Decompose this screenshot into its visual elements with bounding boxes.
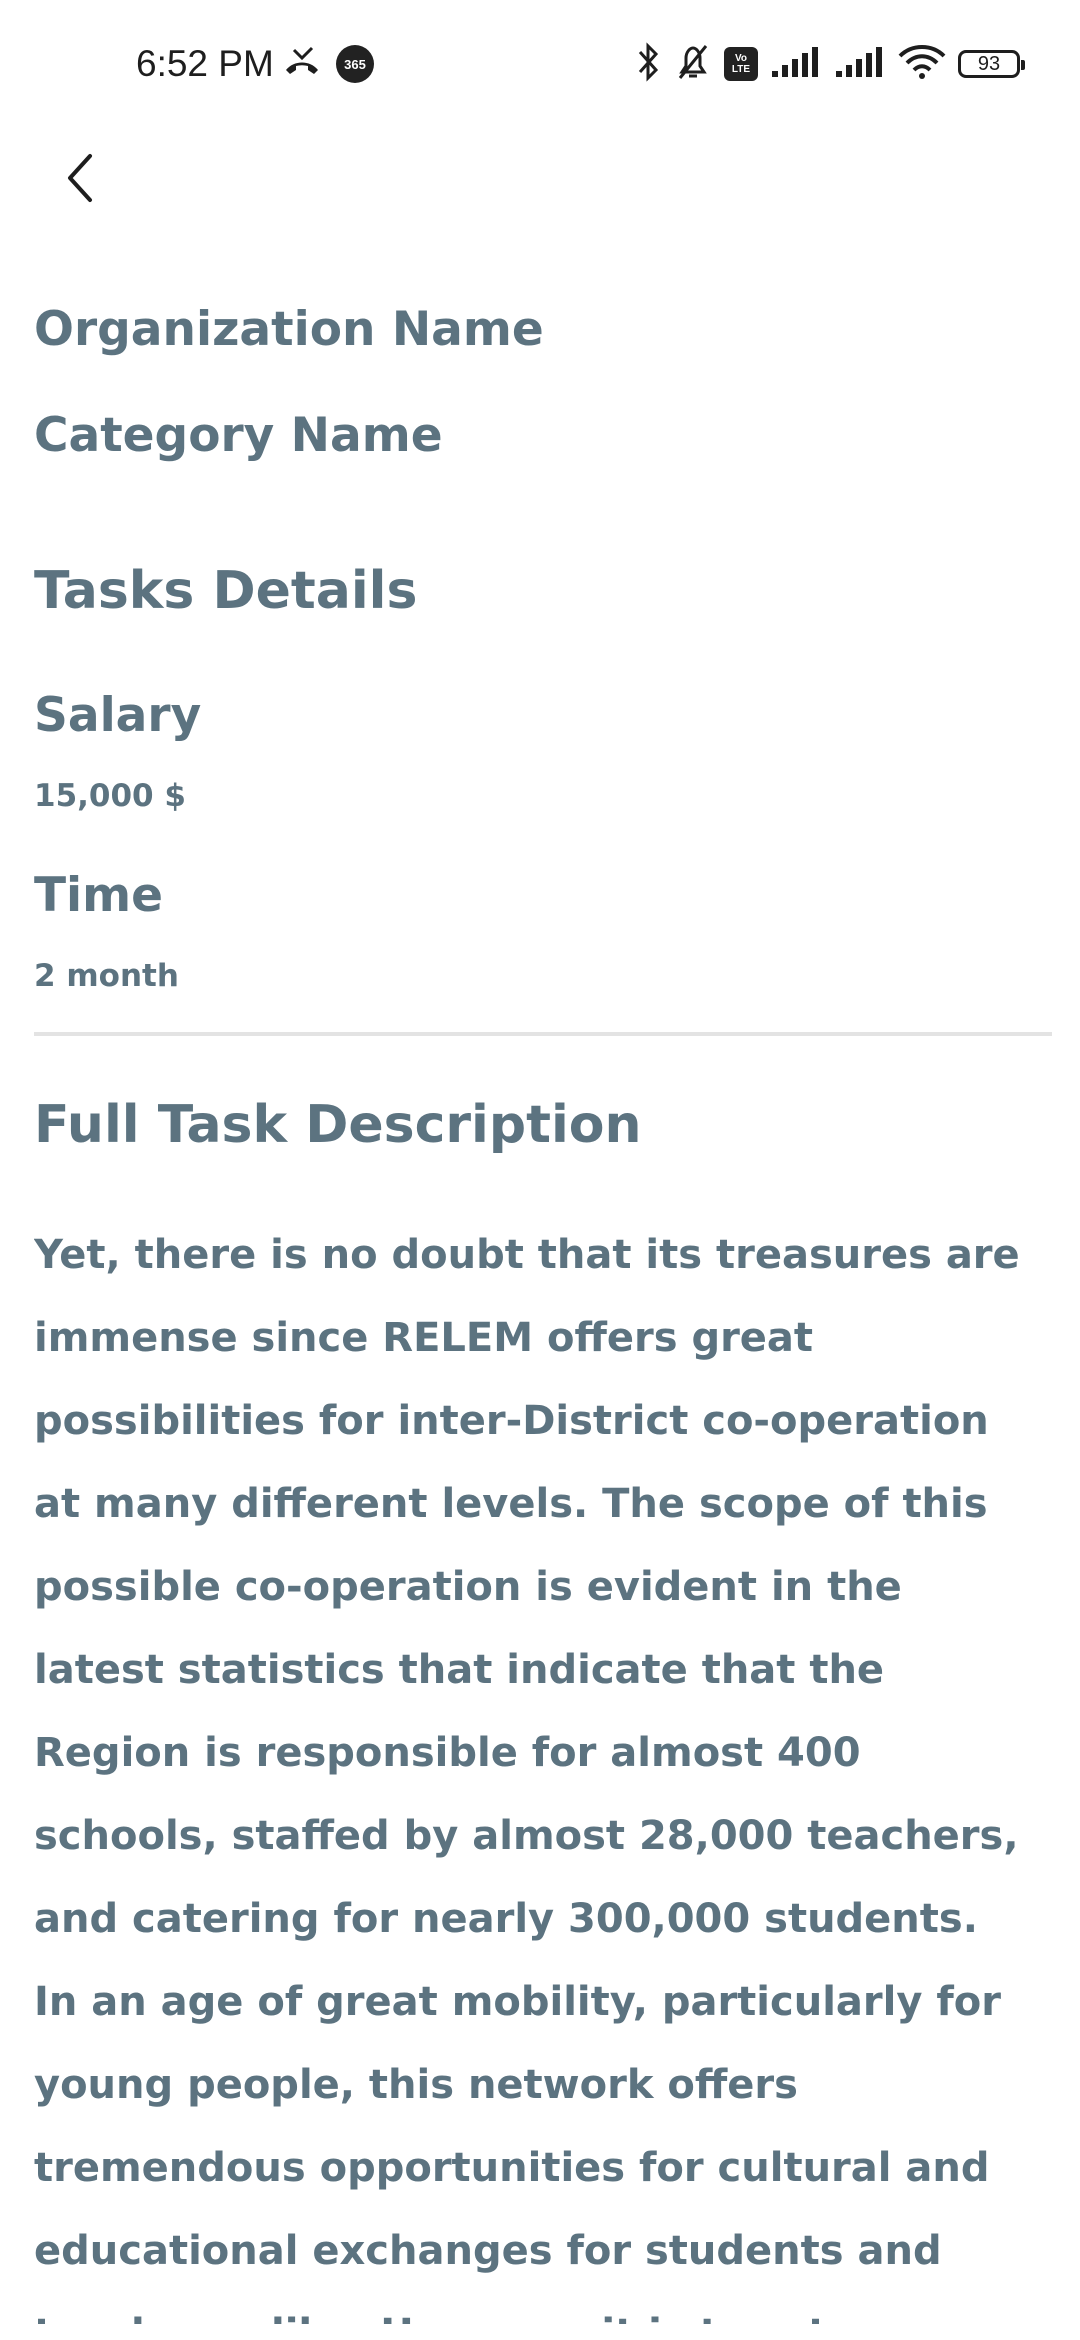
full-task-description-title: Full Task Description bbox=[34, 1095, 642, 1155]
app-badge-icon: 365 bbox=[336, 45, 374, 83]
time-label: Time bbox=[34, 868, 164, 923]
status-right-icons: Vo LTE 93 bbox=[636, 40, 1025, 88]
time-value: 2 month bbox=[34, 958, 179, 994]
task-description-body: Yet, there is no doubt that its treasure… bbox=[34, 1232, 1020, 2324]
organization-name: Organization Name bbox=[34, 302, 544, 357]
missed-call-icon bbox=[282, 44, 322, 84]
section-divider bbox=[34, 1032, 1052, 1036]
signal-strength-icon-2 bbox=[834, 45, 886, 83]
volte-bottom-label: LTE bbox=[731, 64, 751, 75]
status-left-icons: 365 bbox=[282, 44, 374, 84]
mute-bell-icon bbox=[674, 42, 712, 86]
tasks-details-title: Tasks Details bbox=[34, 561, 418, 621]
chevron-left-icon bbox=[60, 150, 100, 210]
bluetooth-icon bbox=[636, 42, 662, 86]
category-name: Category Name bbox=[34, 408, 443, 463]
status-time: 6:52 PM bbox=[136, 43, 274, 84]
back-button[interactable] bbox=[40, 140, 120, 220]
volte-icon: Vo LTE bbox=[724, 47, 758, 81]
salary-label: Salary bbox=[34, 688, 202, 743]
status-bar: 6:52 PM 365 Vo LTE 93 bbox=[0, 0, 1080, 120]
salary-value: 15,000 $ bbox=[34, 778, 186, 814]
volte-top-label: Vo bbox=[734, 53, 748, 64]
wifi-icon bbox=[898, 44, 946, 84]
battery-icon: 93 bbox=[958, 50, 1025, 78]
signal-strength-icon-1 bbox=[770, 45, 822, 83]
